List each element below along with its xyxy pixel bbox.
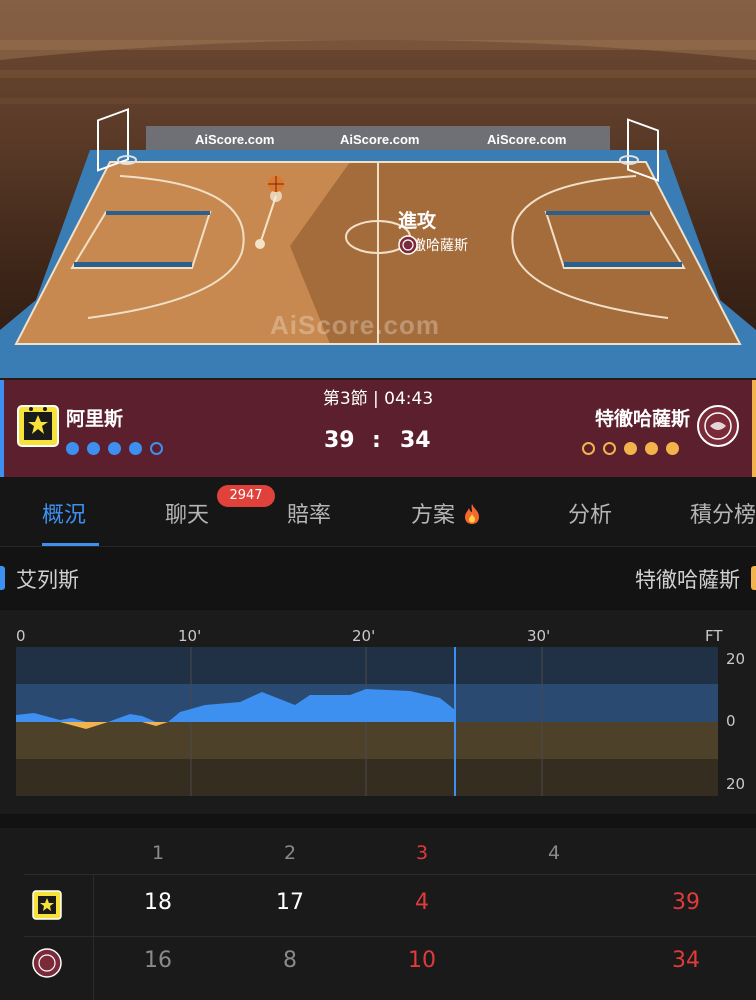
foul-dot-empty bbox=[603, 442, 616, 455]
row-divider bbox=[24, 874, 756, 875]
home-score: 39 bbox=[324, 428, 355, 453]
tab-standings[interactable]: 積分榜 bbox=[690, 497, 756, 529]
foul-dot-empty bbox=[150, 442, 163, 455]
home-team-logo[interactable] bbox=[16, 404, 60, 448]
score-bar: 第3節 | 04:43 阿里斯 39 : 34 特徹哈薩斯 bbox=[0, 380, 756, 477]
quarter-header: 1 bbox=[151, 842, 165, 864]
away-q2: 8 bbox=[283, 948, 297, 973]
foul-dot-filled bbox=[129, 442, 142, 455]
home-q1: 18 bbox=[144, 890, 172, 915]
away-foul-indicators bbox=[582, 442, 679, 455]
score-separator: : bbox=[372, 428, 381, 453]
column-divider bbox=[93, 874, 94, 1000]
chat-count-badge: 2947 bbox=[217, 485, 275, 507]
foul-dot-filled bbox=[666, 442, 679, 455]
fire-icon bbox=[465, 504, 480, 524]
foul-dot-filled bbox=[108, 442, 121, 455]
away-score: 34 bbox=[400, 428, 431, 453]
home-legend-name: 艾列斯 bbox=[16, 568, 79, 592]
home-team-logo bbox=[32, 890, 62, 920]
tab-chat[interactable]: 聊天 bbox=[165, 497, 209, 529]
ad-text: AiScore.com bbox=[487, 132, 566, 147]
away-q3: 10 bbox=[408, 948, 436, 973]
home-foul-indicators bbox=[66, 442, 163, 455]
quarter-header: 4 bbox=[547, 842, 561, 864]
foul-dot-filled bbox=[66, 442, 79, 455]
away-total: 34 bbox=[672, 948, 700, 973]
court-watermark: AiScore.com bbox=[270, 310, 440, 340]
home-q3: 4 bbox=[415, 890, 429, 915]
ad-text: AiScore.com bbox=[195, 132, 274, 147]
tab-bar: 概況 聊天 賠率 方案 分析 積分榜 bbox=[0, 477, 756, 547]
team-crest-icon bbox=[398, 235, 418, 255]
tab-tips-label: 方案 bbox=[411, 503, 456, 528]
active-tab-indicator bbox=[42, 543, 99, 546]
ad-text: AiScore.com bbox=[340, 132, 419, 147]
away-team-name[interactable]: 特徹哈薩斯 bbox=[595, 404, 690, 431]
away-team-logo[interactable] bbox=[696, 404, 740, 448]
quarter-score-table: 1 2 3 4 18 17 4 39 16 8 10 34 bbox=[0, 828, 756, 1000]
tab-overview[interactable]: 概況 bbox=[42, 497, 86, 529]
row-divider bbox=[24, 936, 756, 937]
tab-analysis[interactable]: 分析 bbox=[568, 497, 612, 529]
foul-dot-filled bbox=[87, 442, 100, 455]
tab-odds[interactable]: 賠率 bbox=[287, 497, 331, 529]
quarter-header-current: 3 bbox=[415, 842, 429, 864]
court-visual: AiScore.com AiScore.com AiScore.com 進攻 特… bbox=[0, 0, 756, 380]
home-team-name[interactable]: 阿里斯 bbox=[66, 404, 123, 431]
attack-label: 進攻 bbox=[398, 210, 437, 232]
y-tick: 20 bbox=[726, 650, 746, 668]
away-legend-marker bbox=[751, 566, 756, 590]
foul-dot-filled bbox=[624, 442, 637, 455]
home-legend-marker bbox=[0, 566, 5, 590]
home-total: 39 bbox=[672, 890, 700, 915]
y-tick: 0 bbox=[726, 712, 736, 730]
away-team-logo bbox=[32, 948, 62, 978]
away-legend-name: 特徹哈薩斯 bbox=[635, 568, 740, 592]
home-q2: 17 bbox=[276, 890, 304, 915]
foul-dot-empty bbox=[582, 442, 595, 455]
momentum-chart: 0 10' 20' 30' FT 20 0 20 bbox=[0, 610, 756, 814]
tab-tips[interactable]: 方案 bbox=[411, 497, 482, 529]
foul-dot-filled bbox=[645, 442, 658, 455]
quarter-header: 2 bbox=[283, 842, 297, 864]
away-q1: 16 bbox=[144, 948, 172, 973]
y-tick: 20 bbox=[726, 775, 746, 793]
momentum-plot bbox=[16, 647, 718, 796]
attack-team: 特徹哈薩斯 bbox=[398, 235, 468, 255]
momentum-legend: 艾列斯 特徹哈薩斯 bbox=[0, 548, 756, 608]
